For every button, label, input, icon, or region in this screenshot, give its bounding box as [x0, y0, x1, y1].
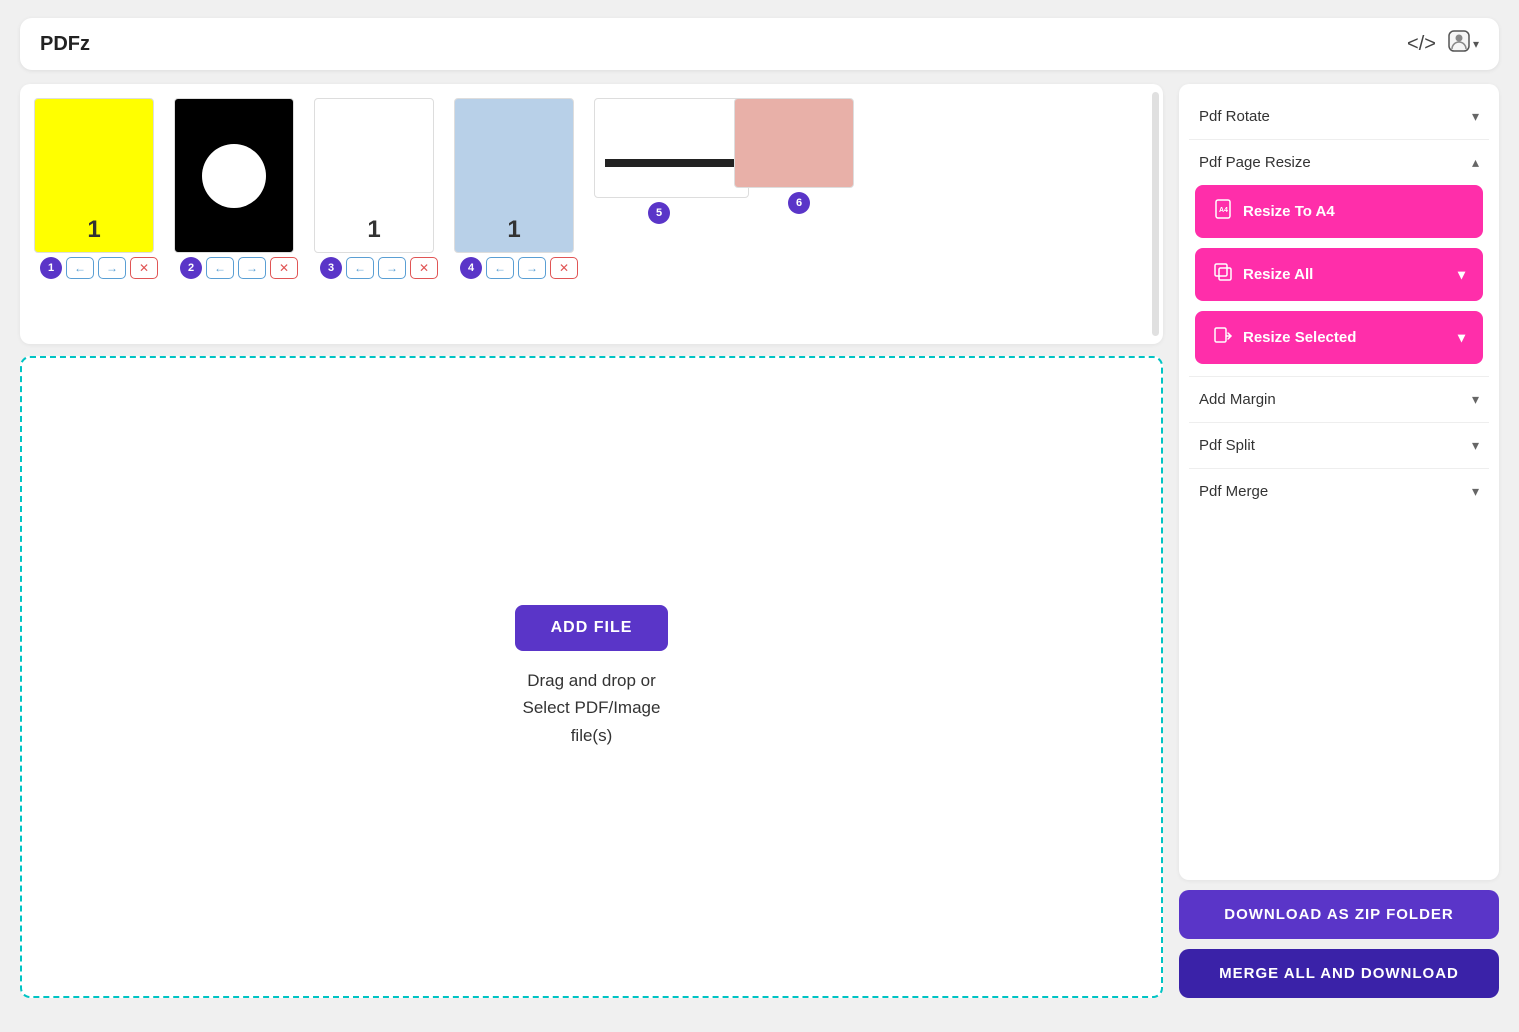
accordion-container: Pdf Rotate ▾ Pdf Page Resize ▴ — [1179, 84, 1499, 880]
main-layout: 1 1 ← → ✕ 2 ← — [0, 84, 1519, 1018]
thumb-item-6: 6 — [734, 98, 864, 279]
line-shape-5 — [605, 159, 738, 167]
thumbnails-grid: 1 1 ← → ✕ 2 ← — [34, 98, 1149, 279]
resize-to-a4-button[interactable]: A4 Resize To A4 — [1195, 185, 1483, 238]
accordion-label-pdf-rotate: Pdf Rotate — [1199, 108, 1270, 125]
next-btn-4[interactable]: → — [518, 257, 546, 279]
thumb-item-4: 1 4 ← → ✕ — [454, 98, 584, 279]
download-zip-button[interactable]: DOWNLOAD AS ZIP FOLDER — [1179, 890, 1499, 939]
resize-all-label: Resize All — [1243, 266, 1313, 283]
thumb-controls-1: 1 ← → ✕ — [34, 257, 164, 279]
chevron-down-icon: ▾ — [1473, 37, 1479, 51]
next-btn-3[interactable]: → — [378, 257, 406, 279]
thumb-controls-2: 2 ← → ✕ — [174, 257, 304, 279]
accordion-item-pdf-page-resize: Pdf Page Resize ▴ A4 Resize To A4 — [1189, 140, 1489, 377]
user-menu-button[interactable]: ▾ — [1448, 30, 1479, 58]
prev-btn-4[interactable]: ← — [486, 257, 514, 279]
chevron-pdf-rotate: ▾ — [1472, 108, 1479, 125]
thumbnails-area: 1 1 ← → ✕ 2 ← — [20, 84, 1163, 344]
accordion-item-pdf-split: Pdf Split ▾ — [1189, 423, 1489, 469]
user-icon — [1448, 30, 1470, 58]
del-btn-4[interactable]: ✕ — [550, 257, 578, 279]
chevron-add-margin: ▾ — [1472, 391, 1479, 408]
accordion-item-add-margin: Add Margin ▾ — [1189, 377, 1489, 423]
page-badge-1: 1 — [40, 257, 62, 279]
accordion-header-pdf-page-resize[interactable]: Pdf Page Resize ▴ — [1189, 140, 1489, 185]
thumb-card-6[interactable] — [734, 98, 854, 188]
next-btn-2[interactable]: → — [238, 257, 266, 279]
page-badge-5: 5 — [648, 202, 670, 224]
thumb-item-2: 2 ← → ✕ — [174, 98, 304, 279]
thumb-controls-4: 4 ← → ✕ — [454, 257, 584, 279]
thumb-item-3: 1 3 ← → ✕ — [314, 98, 444, 279]
del-btn-2[interactable]: ✕ — [270, 257, 298, 279]
page-badge-3: 3 — [320, 257, 342, 279]
page-badge-2: 2 — [180, 257, 202, 279]
chevron-pdf-split: ▾ — [1472, 437, 1479, 454]
resize-a4-icon: A4 — [1213, 199, 1233, 224]
resize-selected-label: Resize Selected — [1243, 329, 1356, 346]
code-icon-button[interactable]: </> — [1407, 33, 1436, 56]
svg-text:A4: A4 — [1219, 207, 1228, 214]
app-logo: PDFz — [40, 33, 90, 56]
thumb-controls-3: 3 ← → ✕ — [314, 257, 444, 279]
accordion-item-pdf-rotate: Pdf Rotate ▾ — [1189, 94, 1489, 140]
accordion-header-pdf-split[interactable]: Pdf Split ▾ — [1189, 423, 1489, 468]
chevron-resize-selected: ▾ — [1458, 329, 1465, 346]
topbar: PDFz </> ▾ — [20, 18, 1499, 70]
thumb-card-5[interactable] — [594, 98, 749, 198]
accordion-body-pdf-page-resize: A4 Resize To A4 Resize Al — [1189, 185, 1489, 376]
accordion-label-pdf-merge: Pdf Merge — [1199, 483, 1268, 500]
resize-all-button[interactable]: Resize All ▾ — [1195, 248, 1483, 301]
accordion-header-pdf-merge[interactable]: Pdf Merge ▾ — [1189, 469, 1489, 514]
right-panel: Pdf Rotate ▾ Pdf Page Resize ▴ — [1179, 84, 1499, 998]
prev-btn-1[interactable]: ← — [66, 257, 94, 279]
del-btn-1[interactable]: ✕ — [130, 257, 158, 279]
prev-btn-2[interactable]: ← — [206, 257, 234, 279]
page-label-4: 1 — [507, 216, 520, 244]
resize-selected-icon — [1213, 325, 1233, 350]
thumb-controls-6: 6 — [734, 192, 864, 214]
accordion-label-add-margin: Add Margin — [1199, 391, 1276, 408]
thumb-item-1: 1 1 ← → ✕ — [34, 98, 164, 279]
resize-a4-label: Resize To A4 — [1243, 203, 1335, 220]
code-icon: </> — [1407, 33, 1436, 56]
page-label-1: 1 — [87, 216, 100, 244]
thumb-card-1[interactable]: 1 — [34, 98, 154, 253]
prev-btn-3[interactable]: ← — [346, 257, 374, 279]
accordion-label-pdf-split: Pdf Split — [1199, 437, 1255, 454]
del-btn-3[interactable]: ✕ — [410, 257, 438, 279]
resize-selected-button[interactable]: Resize Selected ▾ — [1195, 311, 1483, 364]
resize-all-icon — [1213, 262, 1233, 287]
thumb-card-3[interactable]: 1 — [314, 98, 434, 253]
chevron-resize-all: ▾ — [1458, 266, 1465, 283]
chevron-pdf-merge: ▾ — [1472, 483, 1479, 500]
page-badge-4: 4 — [460, 257, 482, 279]
accordion-header-pdf-rotate[interactable]: Pdf Rotate ▾ — [1189, 94, 1489, 139]
drop-zone[interactable]: ADD FILE Drag and drop or Select PDF/Ima… — [20, 356, 1163, 998]
thumb-card-4[interactable]: 1 — [454, 98, 574, 253]
accordion-item-pdf-merge: Pdf Merge ▾ — [1189, 469, 1489, 514]
merge-all-download-button[interactable]: MERGE ALL AND DOWNLOAD — [1179, 949, 1499, 998]
thumb-scrollbar — [1152, 92, 1159, 336]
thumb-card-2[interactable] — [174, 98, 294, 253]
accordion-label-pdf-page-resize: Pdf Page Resize — [1199, 154, 1311, 171]
left-panel: 1 1 ← → ✕ 2 ← — [20, 84, 1163, 998]
next-btn-1[interactable]: → — [98, 257, 126, 279]
page-badge-6: 6 — [788, 192, 810, 214]
chevron-pdf-page-resize: ▴ — [1472, 154, 1479, 171]
circle-shape-2 — [202, 144, 266, 208]
thumb-item-5: 5 — [594, 98, 724, 279]
accordion-header-add-margin[interactable]: Add Margin ▾ — [1189, 377, 1489, 422]
thumb-controls-5: 5 — [594, 202, 724, 224]
topbar-icons: </> ▾ — [1407, 30, 1479, 58]
page-label-3: 1 — [367, 216, 380, 244]
add-file-button[interactable]: ADD FILE — [515, 605, 669, 651]
drop-text: Drag and drop or Select PDF/Image file(s… — [523, 667, 661, 749]
